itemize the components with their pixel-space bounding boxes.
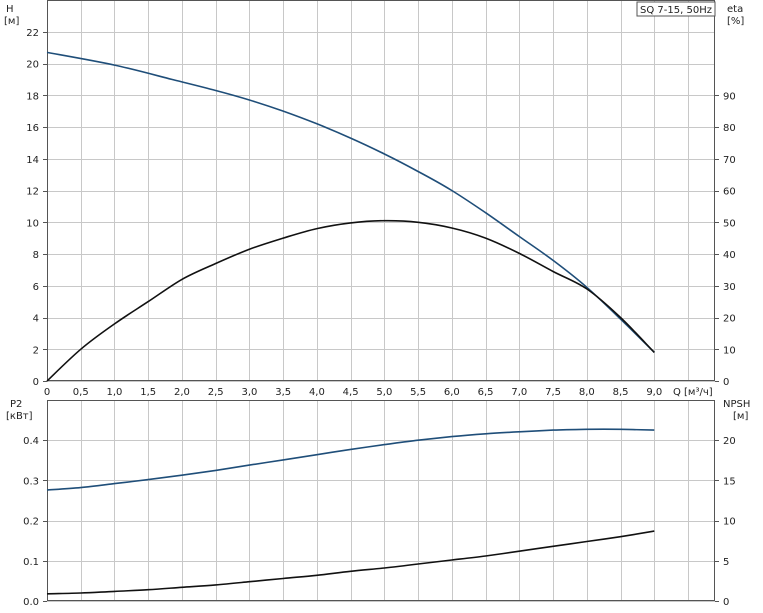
x-tick-label: 3,5 — [275, 387, 291, 398]
top-left-tick-label: 22 — [26, 28, 39, 39]
x-tick-label: 1,0 — [107, 387, 123, 398]
bottom-right-tick-label: 20 — [723, 436, 736, 447]
pump-performance-chart: 024681012141618202201020304050607080900 0… — [4, 0, 750, 608]
top-left-tick-label: 0 — [33, 377, 39, 388]
bottom-right-tick-label: 15 — [723, 476, 736, 487]
bottom-right-tick-label: 0 — [723, 597, 729, 608]
x-tick-label: 8,0 — [579, 387, 595, 398]
bottom-plot-frame — [47, 400, 715, 601]
top-left-tick-label: 12 — [26, 187, 39, 198]
top-right-tick-label: 0 — [723, 377, 729, 388]
x-tick-label: 2,0 — [174, 387, 190, 398]
bottom-right-tick-label: 5 — [723, 557, 729, 568]
top-right-axis-label: eta — [727, 4, 743, 15]
top-left-tick-label: 14 — [26, 155, 39, 166]
x-tick-label: 0,5 — [73, 387, 89, 398]
bottom-series-1-line — [46, 530, 655, 595]
x-tick-label: 7,5 — [545, 387, 561, 398]
top-left-tick-label: 10 — [26, 218, 39, 229]
x-tick-label: 8,5 — [613, 387, 629, 398]
x-tick-label: 3,0 — [241, 387, 257, 398]
top-right-tick-label: 20 — [723, 314, 736, 325]
top-left-tick-label: 16 — [26, 123, 39, 134]
x-axis-label: Q — [673, 387, 681, 398]
top-left-tick-label: 4 — [33, 314, 39, 325]
head-efficiency-plot: 0 2 4 6 8 10 12 14 16 18 20 22 0 10 20 30 40 50 60 70 80 90 0 0… — [26, 0, 736, 398]
top-right-tick-label: 90 — [723, 91, 736, 102]
top-left-axis-unit: [м] — [4, 16, 19, 27]
top-series-1-line — [46, 219, 655, 382]
top-right-tick-label: 10 — [723, 345, 736, 356]
x-tick-label: 4,0 — [309, 387, 325, 398]
x-tick-label: 9,0 — [646, 387, 662, 398]
top-right-tick-label: 50 — [723, 218, 736, 229]
top-left-tick-label: 2 — [33, 345, 39, 356]
x-tick-label: 6,5 — [478, 387, 494, 398]
x-tick-label: 7,0 — [511, 387, 527, 398]
top-right-axis-unit: [%] — [727, 16, 744, 27]
top-right-tick-label: 30 — [723, 282, 736, 293]
bottom-left-tick-label: 0.3 — [23, 476, 39, 487]
top-right-tick-label: 40 — [723, 250, 736, 261]
top-right-tick-label: 70 — [723, 155, 736, 166]
top-left-tick-label: 18 — [26, 91, 39, 102]
bottom-right-tick-label: 10 — [723, 517, 736, 528]
bottom-left-tick-label: 0.1 — [23, 557, 39, 568]
bottom-left-axis-unit: [кВт] — [6, 411, 33, 422]
bottom-left-tick-label: 0.4 — [23, 436, 39, 447]
x-tick-label: 2,5 — [208, 387, 224, 398]
power-npsh-plot: 0.0 0.1 0.2 0.3 0.4 0 5 10 15 20 — [23, 400, 736, 608]
x-tick-label: 0 — [44, 387, 50, 398]
x-tick-label: 4,5 — [343, 387, 359, 398]
bottom-left-tick-label: 0.0 — [23, 597, 39, 608]
x-tick-label: 1,5 — [140, 387, 156, 398]
bottom-right-axis-unit: [м] — [733, 411, 748, 422]
top-plot-frame — [47, 0, 715, 381]
legend-label: SQ 7-15, 50Hz — [640, 5, 712, 16]
top-left-tick-label: 6 — [33, 282, 39, 293]
x-tick-label: 5,0 — [376, 387, 392, 398]
x-tick-label: 6,0 — [444, 387, 460, 398]
top-left-axis-label: H — [6, 4, 14, 15]
x-tick-label: 5,5 — [410, 387, 426, 398]
bottom-left-axis-label: P2 — [10, 399, 22, 410]
top-left-tick-label: 20 — [26, 60, 39, 71]
top-right-tick-label: 80 — [723, 123, 736, 134]
bottom-right-axis-label: NPSH — [723, 399, 750, 410]
x-axis-unit: [м³/ч] — [684, 387, 713, 398]
top-right-tick-label: 60 — [723, 187, 736, 198]
top-left-tick-label: 8 — [33, 250, 39, 261]
bottom-left-tick-label: 0.2 — [23, 517, 39, 528]
